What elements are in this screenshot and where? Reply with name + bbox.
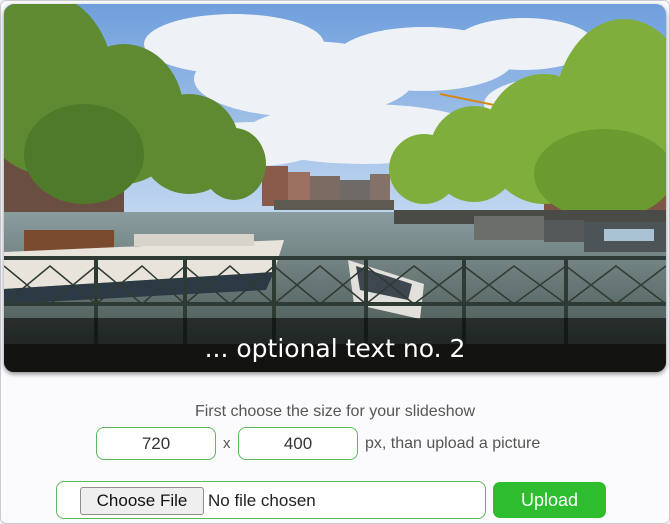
- size-separator: x: [223, 435, 231, 452]
- upload-button[interactable]: Upload: [493, 482, 606, 518]
- size-prompt: First choose the size for your slideshow: [194, 403, 476, 420]
- slide-photo: [4, 4, 666, 372]
- size-note: px, than upload a picture: [365, 435, 541, 452]
- file-status: No file chosen: [208, 491, 316, 510]
- slideshow: ... optional text no. 2: [4, 4, 666, 372]
- slide-caption: ... optional text no. 2: [204, 334, 466, 363]
- file-input[interactable]: Choose File No file chosen: [56, 481, 486, 519]
- width-input[interactable]: [96, 427, 216, 460]
- height-input[interactable]: [238, 427, 358, 460]
- choose-file-button[interactable]: Choose File: [80, 487, 204, 515]
